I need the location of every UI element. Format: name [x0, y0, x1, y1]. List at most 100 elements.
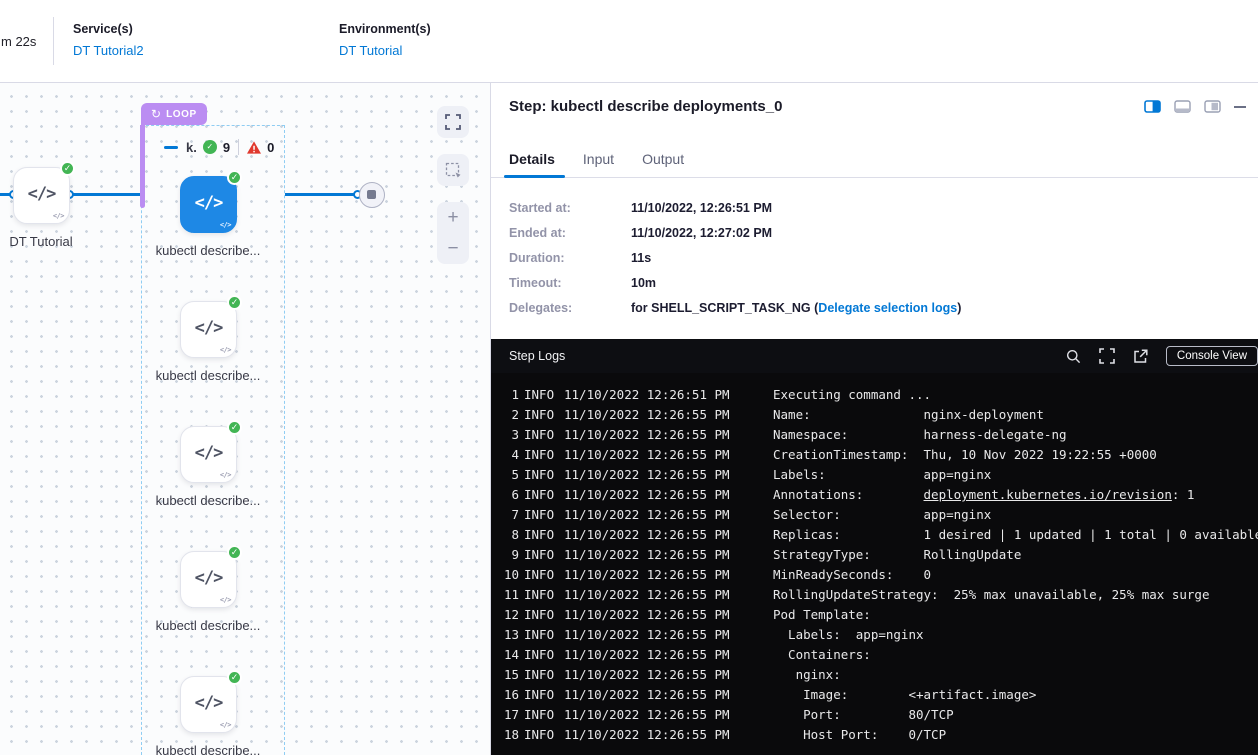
- detail-label: Timeout:: [509, 276, 631, 290]
- log-message: RollingUpdateStrategy: 25% max unavailab…: [773, 585, 1210, 605]
- pipeline-execution-view: m 22s Service(s) DT Tutorial2 Environmen…: [0, 0, 1258, 755]
- log-line: 4INFO11/10/2022 12:26:55 PMCreationTimes…: [501, 445, 1258, 465]
- log-level: INFO: [524, 425, 556, 445]
- search-icon: [1066, 349, 1081, 364]
- pipeline-node-kubectl-describe[interactable]: </></>✓: [180, 301, 237, 358]
- warning-triangle-icon: [247, 141, 261, 154]
- log-message: MinReadySeconds: 0: [773, 565, 931, 585]
- log-line-number: 3: [501, 425, 519, 445]
- log-annotation-link[interactable]: deployment.kubernetes.io/revision: [924, 487, 1172, 502]
- log-line-number: 5: [501, 465, 519, 485]
- tab-details[interactable]: Details: [509, 151, 555, 177]
- log-timestamp: 11/10/2022 12:26:55 PM: [564, 685, 730, 705]
- zoom-out-button[interactable]: −: [437, 233, 469, 264]
- execution-topbar: m 22s Service(s) DT Tutorial2 Environmen…: [0, 0, 1258, 83]
- log-line-number: 8: [501, 525, 519, 545]
- detail-value: 11s: [631, 251, 651, 265]
- node-label: kubectl describe...: [153, 241, 263, 260]
- step-type-mini-icon: </>: [220, 721, 231, 729]
- log-line: 2INFO11/10/2022 12:26:55 PMName: nginx-d…: [501, 405, 1258, 425]
- zoom-in-button[interactable]: +: [437, 202, 469, 233]
- service-link[interactable]: DT Tutorial2: [73, 43, 144, 58]
- detail-row: Timeout:10m: [509, 276, 1240, 290]
- log-timestamp: 11/10/2022 12:26:55 PM: [564, 485, 730, 505]
- tab-output[interactable]: Output: [642, 151, 684, 177]
- log-level: INFO: [524, 705, 556, 725]
- edge-line: [285, 193, 355, 196]
- pipeline-node-kubectl-describe[interactable]: </></>✓: [180, 676, 237, 733]
- right-view-icon: [1204, 100, 1221, 113]
- log-level: INFO: [524, 485, 556, 505]
- canvas-fit-selection-button[interactable]: [437, 154, 469, 186]
- detail-label: Delegates:: [509, 301, 631, 315]
- log-line: 17INFO11/10/2022 12:26:55 PM Port: 80/TC…: [501, 705, 1258, 725]
- pipeline-node-start[interactable]: </> </> ✓: [13, 167, 70, 224]
- log-timestamp: 11/10/2022 12:26:55 PM: [564, 585, 730, 605]
- log-line-number: 15: [501, 665, 519, 685]
- log-line-number: 14: [501, 645, 519, 665]
- stop-square-icon: [367, 190, 376, 199]
- node-label: kubectl describe...: [153, 616, 263, 635]
- log-line-number: 1: [501, 385, 519, 405]
- success-check-icon: ✓: [227, 670, 242, 685]
- fullscreen-icon: [445, 114, 461, 130]
- log-message: StrategyType: RollingUpdate: [773, 545, 1021, 565]
- log-timestamp: 11/10/2022 12:26:51 PM: [564, 385, 730, 405]
- open-logs-new-tab-button[interactable]: [1133, 349, 1148, 364]
- pipeline-end-node[interactable]: [359, 182, 385, 208]
- loop-tail: [140, 125, 145, 208]
- log-timestamp: 11/10/2022 12:26:55 PM: [564, 565, 730, 585]
- loop-step-name: k.: [186, 140, 197, 155]
- log-line-number: 18: [501, 725, 519, 745]
- environment-link[interactable]: DT Tutorial: [339, 43, 402, 58]
- console-view-button[interactable]: Console View: [1166, 346, 1258, 366]
- detail-row: Started at:11/10/2022, 12:26:51 PM: [509, 201, 1240, 215]
- log-line-number: 9: [501, 545, 519, 565]
- layout-right-view-button[interactable]: [1204, 100, 1221, 113]
- log-level: INFO: [524, 525, 556, 545]
- detail-value: 10m: [631, 276, 656, 290]
- layout-bottom-view-button[interactable]: [1174, 100, 1191, 113]
- log-line-number: 16: [501, 685, 519, 705]
- node-label: kubectl describe...: [153, 491, 263, 510]
- log-line: 12INFO11/10/2022 12:26:55 PMPod Template…: [501, 605, 1258, 625]
- minimize-panel-button[interactable]: [1234, 106, 1246, 108]
- console-body: 1INFO11/10/2022 12:26:51 PMExecuting com…: [491, 373, 1258, 755]
- canvas-fullscreen-button[interactable]: [437, 106, 469, 138]
- pipeline-node-kubectl-describe[interactable]: </></>✓: [180, 176, 237, 233]
- logs-fullscreen-button[interactable]: [1099, 348, 1115, 364]
- log-level: INFO: [524, 725, 556, 745]
- success-count-icon: ✓: [203, 140, 217, 154]
- delegate-selection-logs-link[interactable]: Delegate selection logs: [818, 301, 957, 315]
- step-type-mini-icon: </>: [220, 471, 231, 479]
- log-line: 10INFO11/10/2022 12:26:55 PMMinReadySeco…: [501, 565, 1258, 585]
- log-line-number: 6: [501, 485, 519, 505]
- fullscreen-icon: [1099, 348, 1115, 364]
- log-timestamp: 11/10/2022 12:26:55 PM: [564, 725, 730, 745]
- search-logs-button[interactable]: [1066, 349, 1081, 364]
- loop-badge[interactable]: ↻ LOOP: [141, 103, 207, 125]
- log-message: Pod Template:: [773, 605, 871, 625]
- pipeline-canvas[interactable]: </> </> ✓ DT Tutorial ↻ LOOP k. ✓ 9 0 </…: [0, 83, 490, 755]
- log-line-number: 7: [501, 505, 519, 525]
- shell-script-icon: </>: [181, 568, 236, 588]
- layout-split-view-button[interactable]: [1144, 100, 1161, 113]
- pipeline-node-kubectl-describe[interactable]: </></>✓: [180, 551, 237, 608]
- edge-line: [72, 193, 142, 196]
- pipeline-node-kubectl-describe[interactable]: </></>✓: [180, 426, 237, 483]
- log-line: 13INFO11/10/2022 12:26:55 PM Labels: app…: [501, 625, 1258, 645]
- log-message: Host Port: 0/TCP: [773, 725, 946, 745]
- log-timestamp: 11/10/2022 12:26:55 PM: [564, 505, 730, 525]
- shell-script-icon: </>: [181, 318, 236, 338]
- log-message: Replicas: 1 desired | 1 updated | 1 tota…: [773, 525, 1258, 545]
- collapse-loop-button[interactable]: [164, 146, 178, 149]
- success-count: 9: [223, 140, 230, 155]
- detail-value: for SHELL_SCRIPT_TASK_NG (Delegate selec…: [631, 301, 961, 315]
- log-timestamp: 11/10/2022 12:26:55 PM: [564, 425, 730, 445]
- log-level: INFO: [524, 665, 556, 685]
- loop-status-header: k. ✓ 9 0: [164, 139, 274, 155]
- log-line: 1INFO11/10/2022 12:26:51 PMExecuting com…: [501, 385, 1258, 405]
- tab-input[interactable]: Input: [583, 151, 614, 177]
- log-level: INFO: [524, 385, 556, 405]
- detail-value: 11/10/2022, 12:26:51 PM: [631, 201, 772, 215]
